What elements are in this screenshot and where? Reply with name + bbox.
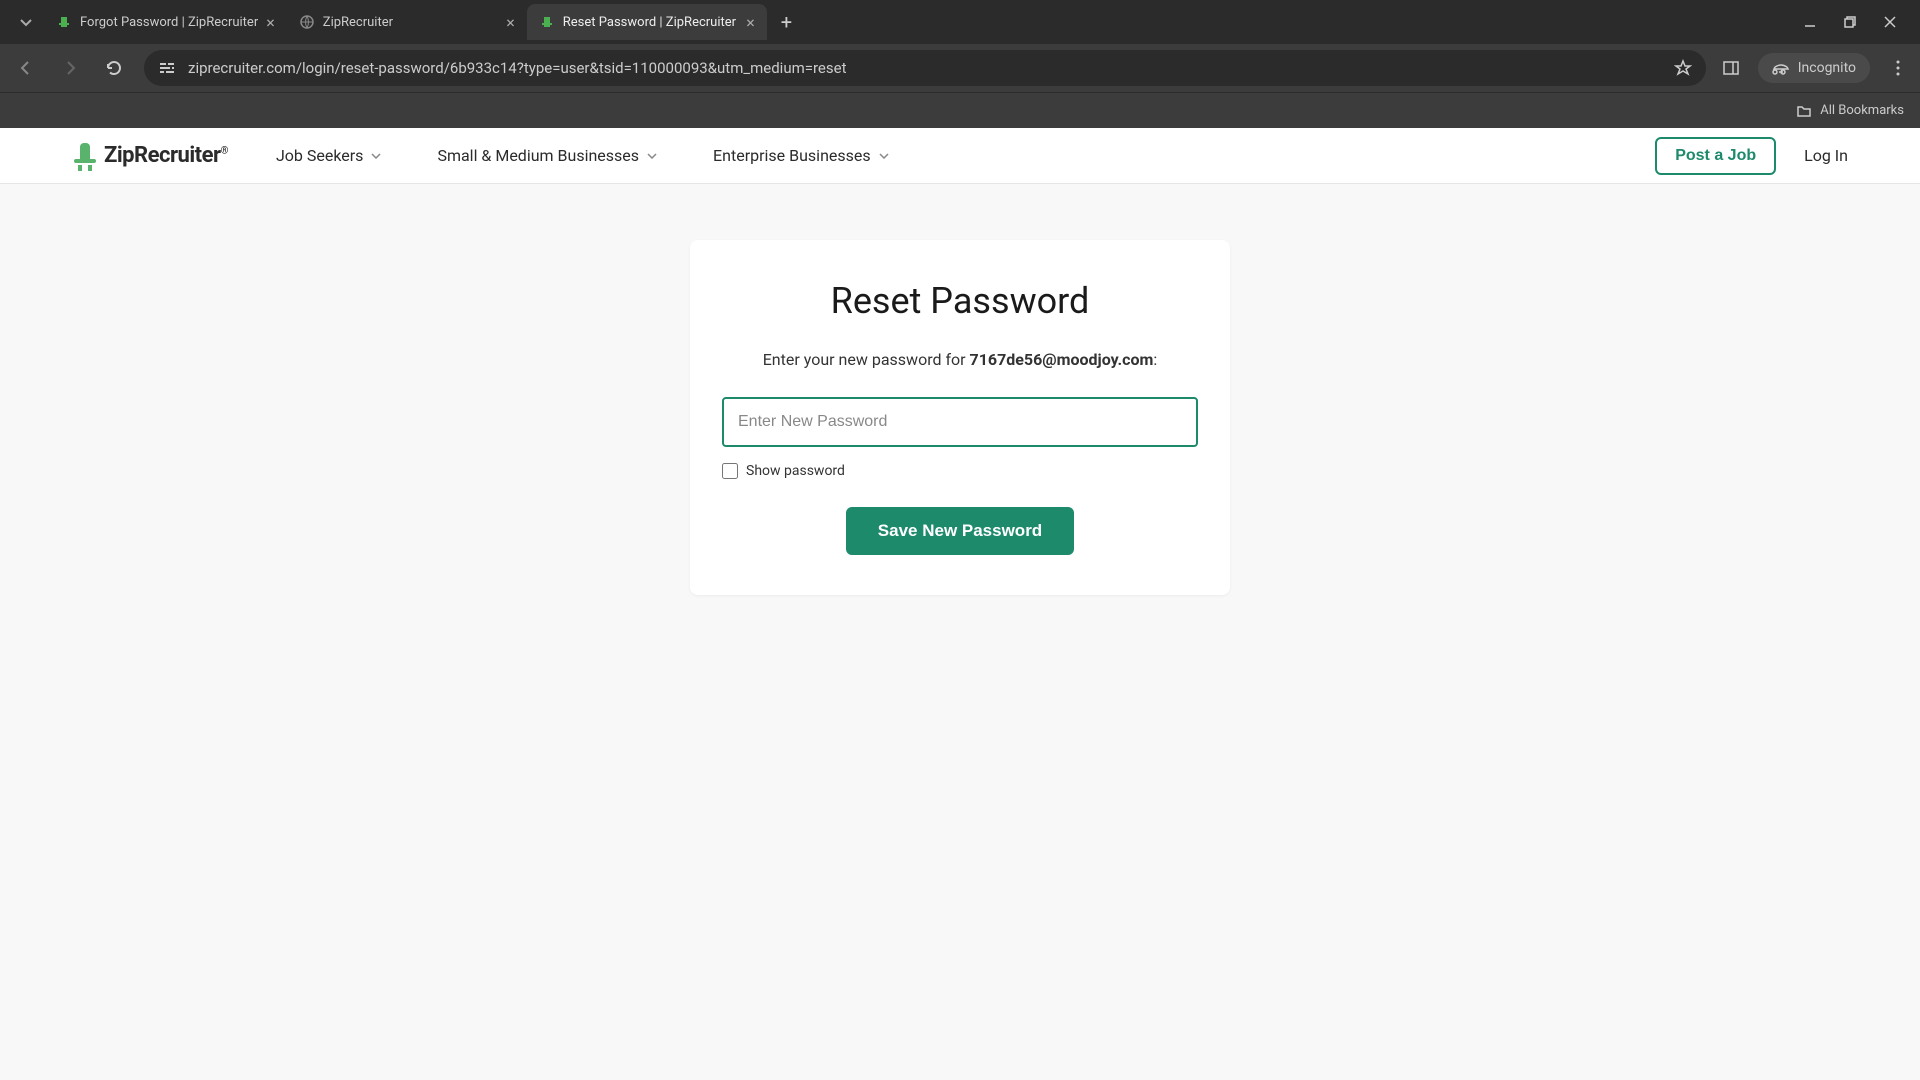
logo-text: ZipRecruiter® bbox=[104, 143, 228, 168]
log-in-link[interactable]: Log In bbox=[1804, 146, 1848, 165]
close-window-button[interactable] bbox=[1884, 16, 1896, 28]
window-controls bbox=[1804, 16, 1912, 28]
favicon-icon bbox=[539, 14, 555, 30]
bookmarks-label: All Bookmarks bbox=[1820, 103, 1904, 118]
show-password-checkbox[interactable] bbox=[722, 463, 738, 479]
close-icon[interactable]: × bbox=[266, 13, 275, 32]
folder-icon bbox=[1796, 103, 1812, 119]
address-bar-row: ziprecruiter.com/login/reset-password/6b… bbox=[0, 44, 1920, 92]
tab-bar: Forgot Password | ZipRecruiter × ZipRecr… bbox=[0, 0, 1920, 44]
close-icon[interactable]: × bbox=[506, 13, 515, 32]
card-title: Reset Password bbox=[722, 280, 1198, 322]
nav-small-medium-businesses[interactable]: Small & Medium Businesses bbox=[437, 146, 657, 165]
all-bookmarks-button[interactable]: All Bookmarks bbox=[1796, 103, 1904, 119]
nav-job-seekers[interactable]: Job Seekers bbox=[276, 146, 382, 165]
address-bar[interactable]: ziprecruiter.com/login/reset-password/6b… bbox=[144, 50, 1706, 86]
tab-title: Forgot Password | ZipRecruiter bbox=[80, 15, 258, 30]
new-tab-button[interactable]: + bbox=[767, 10, 806, 34]
nav-right: Post a Job Log In bbox=[1655, 137, 1848, 175]
incognito-badge[interactable]: Incognito bbox=[1758, 53, 1870, 83]
close-icon[interactable]: × bbox=[746, 13, 755, 32]
toolbar-right: Incognito bbox=[1722, 53, 1908, 83]
incognito-icon bbox=[1772, 59, 1790, 77]
logo-icon bbox=[72, 141, 98, 171]
side-panel-icon[interactable] bbox=[1722, 59, 1740, 77]
save-new-password-button[interactable]: Save New Password bbox=[846, 507, 1074, 555]
new-password-input[interactable] bbox=[722, 397, 1198, 447]
email-text: 7167de56@moodjoy.com bbox=[970, 350, 1154, 369]
nav-link-label: Job Seekers bbox=[276, 146, 364, 165]
favicon-icon bbox=[299, 14, 315, 30]
back-button[interactable] bbox=[12, 54, 40, 82]
incognito-label: Incognito bbox=[1798, 60, 1856, 76]
forward-button[interactable] bbox=[56, 54, 84, 82]
site-navigation: ZipRecruiter® Job Seekers Small & Medium… bbox=[0, 128, 1920, 184]
show-password-row: Show password bbox=[722, 463, 1198, 479]
tab-reset-password[interactable]: Reset Password | ZipRecruiter × bbox=[527, 4, 767, 40]
chevron-down-icon bbox=[371, 153, 381, 159]
post-a-job-button[interactable]: Post a Job bbox=[1655, 137, 1776, 175]
show-password-label[interactable]: Show password bbox=[746, 463, 845, 479]
favicon-icon bbox=[56, 14, 72, 30]
url-text: ziprecruiter.com/login/reset-password/6b… bbox=[188, 59, 1662, 77]
bookmarks-bar: All Bookmarks bbox=[0, 92, 1920, 128]
reload-button[interactable] bbox=[100, 54, 128, 82]
tab-title: Reset Password | ZipRecruiter bbox=[563, 15, 738, 30]
browser-menu-button[interactable] bbox=[1888, 59, 1908, 77]
nav-enterprise-businesses[interactable]: Enterprise Businesses bbox=[713, 146, 889, 165]
card-subtitle: Enter your new password for 7167de56@moo… bbox=[722, 350, 1198, 369]
tab-title: ZipRecruiter bbox=[323, 15, 498, 30]
browser-chrome: Forgot Password | ZipRecruiter × ZipRecr… bbox=[0, 0, 1920, 128]
chevron-down-icon bbox=[647, 153, 657, 159]
reset-password-card: Reset Password Enter your new password f… bbox=[690, 240, 1230, 595]
site-settings-icon[interactable] bbox=[158, 59, 176, 77]
nav-links: Job Seekers Small & Medium Businesses En… bbox=[276, 146, 889, 165]
chevron-down-icon bbox=[879, 153, 889, 159]
minimize-button[interactable] bbox=[1804, 16, 1816, 28]
maximize-button[interactable] bbox=[1844, 16, 1856, 28]
page-background: Reset Password Enter your new password f… bbox=[0, 184, 1920, 1080]
ziprecruiter-logo[interactable]: ZipRecruiter® bbox=[72, 141, 228, 171]
nav-link-label: Enterprise Businesses bbox=[713, 146, 871, 165]
tab-search-dropdown[interactable] bbox=[8, 4, 44, 40]
chevron-down-icon bbox=[19, 15, 33, 29]
nav-link-label: Small & Medium Businesses bbox=[437, 146, 639, 165]
tab-forgot-password[interactable]: Forgot Password | ZipRecruiter × bbox=[44, 4, 287, 40]
bookmark-star-icon[interactable] bbox=[1674, 59, 1692, 77]
tab-ziprecruiter[interactable]: ZipRecruiter × bbox=[287, 4, 527, 40]
